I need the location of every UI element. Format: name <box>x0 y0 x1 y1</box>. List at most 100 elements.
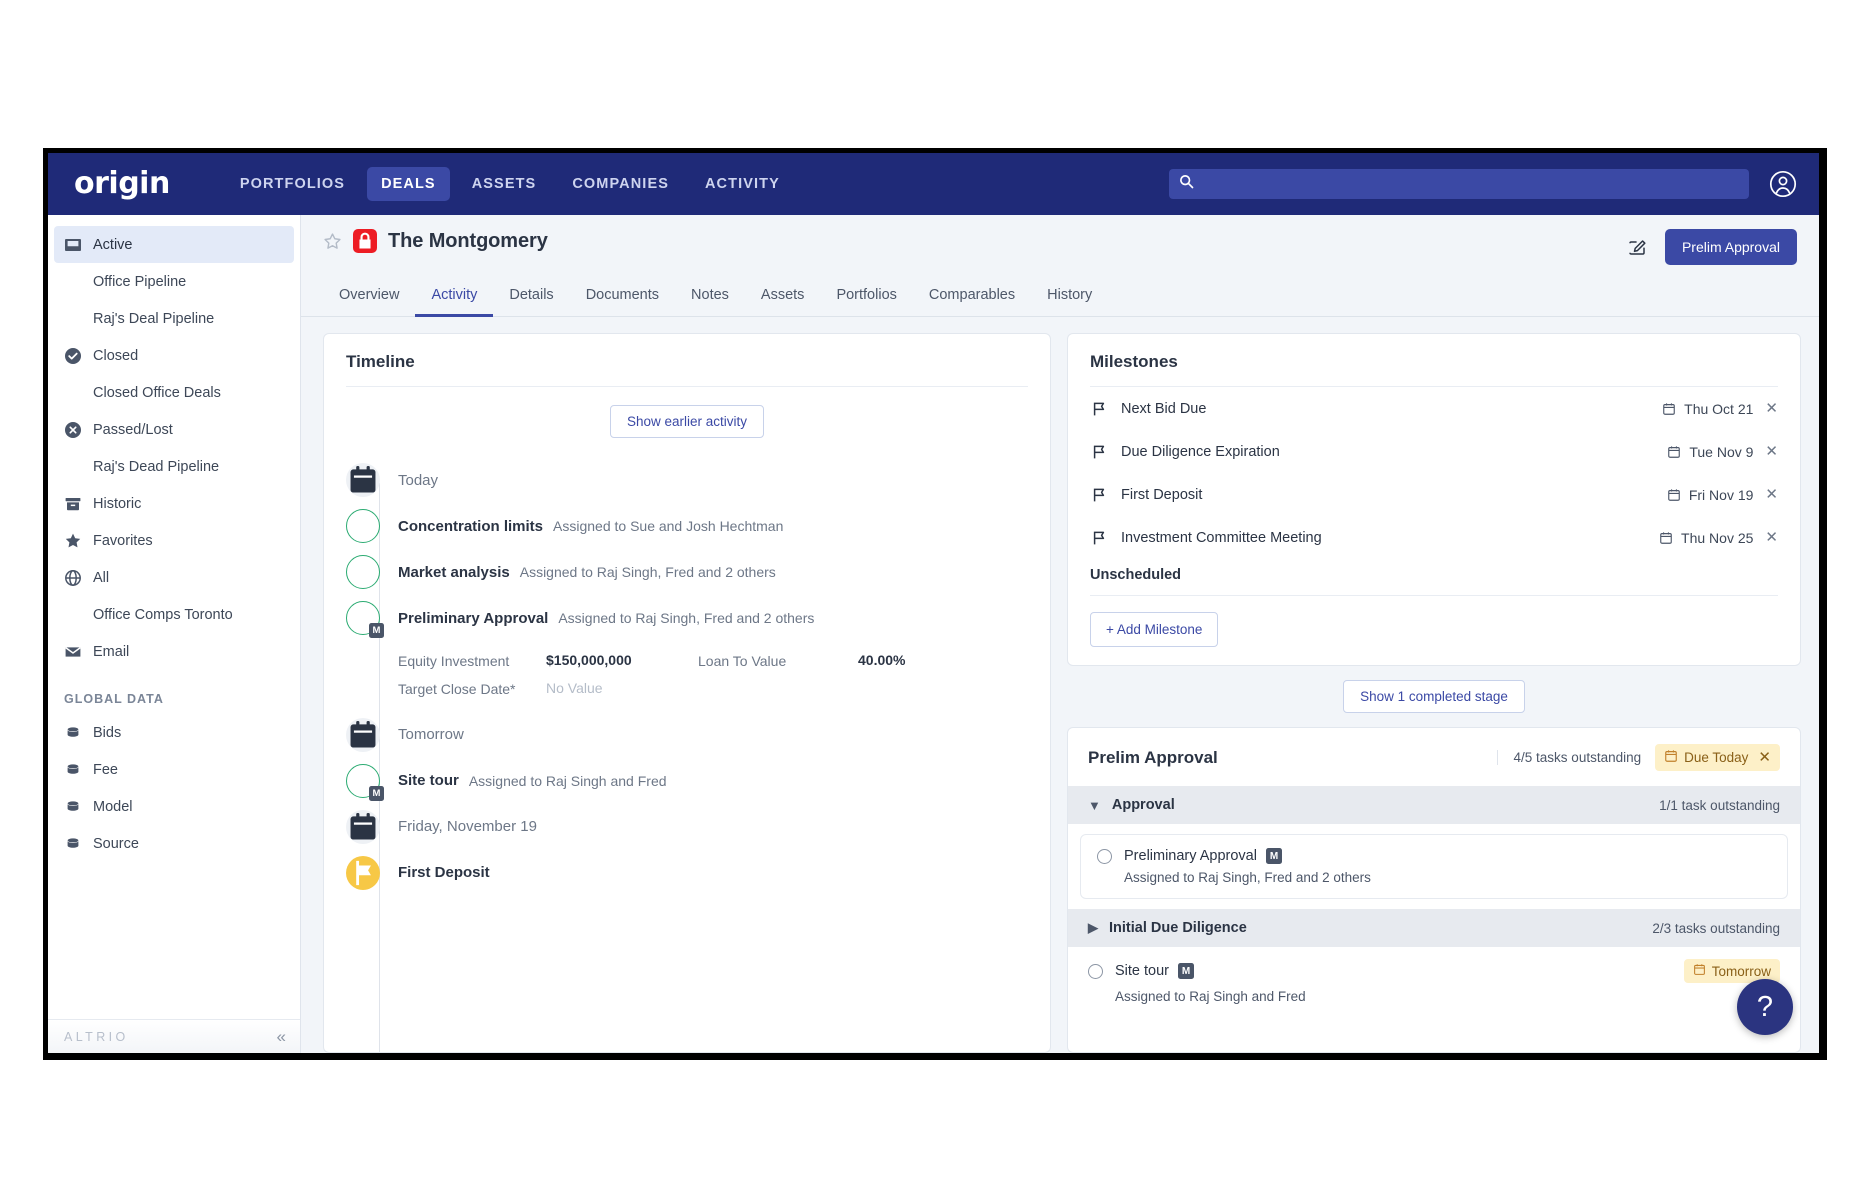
sidebar-item-label: Historic <box>93 495 142 512</box>
stage-header-initial-due-diligence[interactable]: ▶ Initial Due Diligence 2/3 tasks outsta… <box>1068 909 1800 947</box>
timeline-date-label: Today <box>398 471 439 489</box>
sidebar-item-historic[interactable]: Historic <box>48 485 300 522</box>
due-today-badge[interactable]: Due Today ✕ <box>1655 744 1780 771</box>
task-checkbox[interactable] <box>1097 848 1112 864</box>
detail-tabs: Overview Activity Details Documents Note… <box>301 277 1819 317</box>
sidebar-item-passed-lost[interactable]: Passed/Lost <box>48 411 300 448</box>
sidebar-item-rajs-dead-pipeline[interactable]: Raj's Dead Pipeline <box>48 448 300 485</box>
equity-investment-label: Equity Investment <box>398 653 510 669</box>
stage-task-count: 2/3 tasks outstanding <box>1652 920 1780 936</box>
milestone-date-group[interactable]: Fri Nov 19 ✕ <box>1667 487 1778 503</box>
timeline-task-row[interactable]: M Site tour Assigned to Raj Singh and Fr… <box>346 759 1028 803</box>
timeline-date-label: Tomorrow <box>398 726 464 744</box>
task-checkbox[interactable] <box>1088 963 1103 979</box>
milestone-date-group[interactable]: Tue Nov 9 ✕ <box>1667 444 1778 460</box>
task-status-circle-icon[interactable] <box>346 509 380 543</box>
tab-overview[interactable]: Overview <box>323 277 415 317</box>
sidebar-item-email[interactable]: Email <box>48 633 300 670</box>
sidebar-item-all[interactable]: All <box>48 559 300 596</box>
nav-item-assets[interactable]: ASSETS <box>458 167 551 201</box>
tab-notes[interactable]: Notes <box>675 277 745 317</box>
tab-portfolios[interactable]: Portfolios <box>820 277 912 317</box>
activity-columns: Timeline Show earlier activity Today Con… <box>301 317 1819 1053</box>
help-button[interactable]: ? <box>1737 979 1793 1035</box>
search-icon <box>1179 174 1194 194</box>
target-close-date-value[interactable]: No Value <box>546 680 698 696</box>
timeline-task-assignee: Assigned to Raj Singh, Fred and 2 others <box>519 564 776 580</box>
nav-item-portfolios[interactable]: PORTFOLIOS <box>226 167 359 201</box>
task-status-circle-icon[interactable]: M <box>346 763 384 801</box>
equity-investment-value: $150,000,000 <box>546 652 632 668</box>
tab-documents[interactable]: Documents <box>570 277 675 317</box>
flag-icon <box>1090 486 1108 504</box>
sidebar-item-fee[interactable]: Fee <box>48 751 300 788</box>
task-status-circle-icon[interactable]: M <box>346 601 384 638</box>
global-search[interactable] <box>1169 169 1749 199</box>
nav-item-activity[interactable]: ACTIVITY <box>691 167 794 201</box>
tab-details[interactable]: Details <box>493 277 569 317</box>
milestone-badge: M <box>1178 963 1194 979</box>
tab-comparables[interactable]: Comparables <box>913 277 1031 317</box>
sidebar-item-closed[interactable]: Closed <box>48 337 300 374</box>
timeline-task-assignee: Assigned to Raj Singh and Fred <box>468 772 667 789</box>
task-block-site-tour[interactable]: Site tour M Tomorrow Assigned to Raj Sin… <box>1068 947 1800 1008</box>
timeline-milestone-row[interactable]: First Deposit <box>346 851 1028 895</box>
database-icon <box>64 761 82 779</box>
flag-icon <box>1090 400 1108 418</box>
timeline-date-label: Friday, November 19 <box>398 818 537 836</box>
sidebar-item-source[interactable]: Source <box>48 825 300 862</box>
timeline-task-assignee: Assigned to Raj Singh, Fred and 2 others <box>558 610 815 626</box>
tab-activity[interactable]: Activity <box>415 277 494 317</box>
sidebar-item-office-comps-toronto[interactable]: Office Comps Toronto <box>48 596 300 633</box>
milestone-name: Next Bid Due <box>1121 400 1207 417</box>
close-icon[interactable]: ✕ <box>1758 750 1771 765</box>
sidebar-item-office-pipeline[interactable]: Office Pipeline <box>48 263 300 300</box>
timeline-task-row[interactable]: M Preliminary Approval Assigned to Raj S… <box>346 596 1028 640</box>
tab-history[interactable]: History <box>1031 277 1108 317</box>
milestone-row[interactable]: Next Bid Due Thu Oct 21 ✕ <box>1090 387 1778 430</box>
task-status-circle-icon[interactable] <box>346 555 380 589</box>
milestone-badge: M <box>1265 848 1282 864</box>
origin-app: origin PORTFOLIOS DEALS ASSETS COMPANIES… <box>48 153 1819 1053</box>
star-outline-icon[interactable] <box>323 232 342 251</box>
search-input[interactable] <box>1201 176 1739 192</box>
user-avatar-icon[interactable] <box>1769 170 1797 198</box>
sidebar-item-label: Fee <box>93 761 118 778</box>
nav-right-group <box>1169 169 1797 199</box>
show-completed-stage-button[interactable]: Show 1 completed stage <box>1343 680 1525 713</box>
stage-header-approval[interactable]: ▼ Approval 1/1 task outstanding <box>1068 786 1800 824</box>
sidebar-item-favorites[interactable]: Favorites <box>48 522 300 559</box>
sidebar-item-bids[interactable]: Bids <box>48 714 300 751</box>
milestone-date-group[interactable]: Thu Oct 21 ✕ <box>1662 401 1778 417</box>
nav-item-companies[interactable]: COMPANIES <box>558 167 683 201</box>
main-content: The Montgomery Prelim Approval Overview … <box>301 215 1819 1053</box>
flag-icon <box>1090 529 1108 547</box>
tab-assets[interactable]: Assets <box>745 277 821 317</box>
add-milestone-button[interactable]: + Add Milestone <box>1090 612 1219 647</box>
close-icon[interactable]: ✕ <box>1765 487 1778 502</box>
origin-logo[interactable]: origin <box>74 169 170 199</box>
task-block-preliminary-approval[interactable]: Preliminary Approval M Assigned to Raj S… <box>1080 834 1788 899</box>
sidebar-item-model[interactable]: Model <box>48 788 300 825</box>
milestone-row[interactable]: First Deposit Fri Nov 19 ✕ <box>1090 473 1778 516</box>
close-icon[interactable]: ✕ <box>1765 444 1778 459</box>
close-icon[interactable]: ✕ <box>1765 530 1778 545</box>
sidebar-item-label: Raj's Deal Pipeline <box>93 310 215 327</box>
close-icon[interactable]: ✕ <box>1765 401 1778 416</box>
timeline-task-row[interactable]: Market analysis Assigned to Raj Singh, F… <box>346 550 1028 594</box>
edit-pencil-icon[interactable] <box>1627 237 1647 257</box>
timeline-task-row[interactable]: Concentration limits Assigned to Sue and… <box>346 504 1028 548</box>
calendar-icon <box>346 717 380 752</box>
sidebar-item-active[interactable]: Active <box>54 226 294 263</box>
milestone-row[interactable]: Investment Committee Meeting Thu Nov 25 … <box>1090 516 1778 559</box>
milestone-date-group[interactable]: Thu Nov 25 ✕ <box>1659 530 1778 546</box>
chevron-down-icon: ▼ <box>1088 797 1101 813</box>
show-earlier-activity-button[interactable]: Show earlier activity <box>609 405 765 438</box>
milestone-row[interactable]: Due Diligence Expiration Tue Nov 9 ✕ <box>1090 430 1778 473</box>
sidebar-item-closed-office-deals[interactable]: Closed Office Deals <box>48 374 300 411</box>
prelim-approval-button[interactable]: Prelim Approval <box>1664 229 1797 265</box>
nav-item-deals[interactable]: DEALS <box>367 167 450 201</box>
sidebar-item-label: Email <box>93 643 130 660</box>
double-chevron-left-icon[interactable]: « <box>277 1028 286 1045</box>
sidebar-item-rajs-deal-pipeline[interactable]: Raj's Deal Pipeline <box>48 300 300 337</box>
